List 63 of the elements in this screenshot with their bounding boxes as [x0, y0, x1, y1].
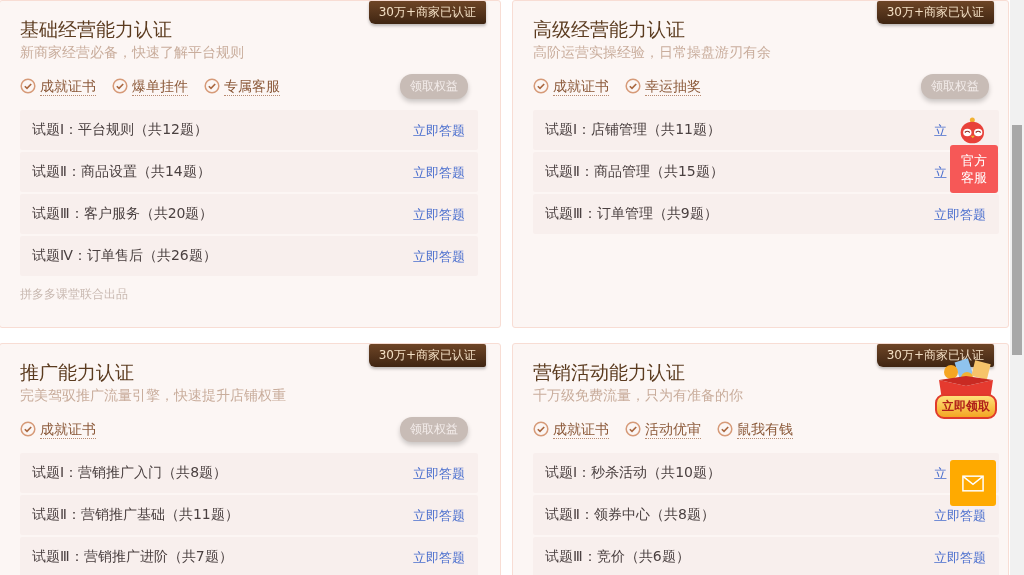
- check-circle-icon: [625, 78, 641, 94]
- certified-badge: 30万+商家已认证: [876, 1, 994, 24]
- exam-title: 试题Ⅰ：营销推广入门（共8题）: [32, 464, 228, 482]
- benefit-link[interactable]: 成就证书: [40, 76, 96, 96]
- card-subtitle: 新商家经营必备，快速了解平台规则: [20, 43, 244, 62]
- certified-badge: 30万+商家已认证: [368, 344, 486, 367]
- check-circle-icon: [533, 78, 549, 94]
- exam-title: 试题Ⅰ：秒杀活动（共10题）: [545, 464, 721, 482]
- exam-title: 试题Ⅲ：竞价（共6题）: [545, 548, 690, 566]
- card-subtitle: 完美驾驭推广流量引擎，快速提升店铺权重: [20, 386, 286, 405]
- benefit-link[interactable]: 幸运抽奖: [645, 76, 701, 96]
- answer-now-link[interactable]: 立即答题: [413, 123, 465, 138]
- benefit-link[interactable]: 成就证书: [40, 419, 96, 439]
- answer-now-link[interactable]: 立: [934, 466, 947, 481]
- exam-title: 试题Ⅲ：营销推广进阶（共7题）: [32, 548, 233, 566]
- exam-title: 试题Ⅰ：平台规则（共12题）: [32, 121, 208, 139]
- exam-title: 试题Ⅲ：订单管理（共9题）: [545, 205, 718, 223]
- exam-title: 试题Ⅲ：客户服务（共20题）: [32, 205, 214, 223]
- answer-now-link[interactable]: 立即答题: [934, 508, 986, 523]
- benefit-link[interactable]: 鼠我有钱: [737, 419, 793, 439]
- check-circle-icon: [625, 421, 641, 437]
- card-title: 基础经营能力认证: [20, 17, 172, 41]
- check-circle-icon: [112, 78, 128, 94]
- answer-now-link[interactable]: 立即答题: [413, 165, 465, 180]
- answer-now-link[interactable]: 立即答题: [413, 466, 465, 481]
- exam-title: 试题Ⅱ：商品管理（共15题）: [545, 163, 724, 181]
- check-circle-icon: [20, 421, 36, 437]
- check-circle-icon: [533, 421, 549, 437]
- card-footer: 拼多多课堂联合出品: [20, 286, 128, 303]
- answer-now-link[interactable]: 立即答题: [413, 550, 465, 565]
- benefit-link[interactable]: 成就证书: [553, 419, 609, 439]
- card-subtitle: 高阶运营实操经验，日常操盘游刃有余: [533, 43, 771, 62]
- answer-now-link[interactable]: 立即答题: [934, 550, 986, 565]
- card-title: 营销活动能力认证: [533, 360, 685, 384]
- card-title: 推广能力认证: [20, 360, 134, 384]
- exam-title: 试题Ⅱ：领券中心（共8题）: [545, 506, 715, 524]
- benefit-link[interactable]: 爆单挂件: [132, 76, 188, 96]
- message-button[interactable]: [950, 460, 996, 506]
- answer-now-link[interactable]: 立即答题: [413, 207, 465, 222]
- scrollbar[interactable]: [1010, 0, 1024, 575]
- benefit-link[interactable]: 成就证书: [553, 76, 609, 96]
- answer-now-link[interactable]: 立即答题: [934, 207, 986, 222]
- check-circle-icon: [204, 78, 220, 94]
- benefit-link[interactable]: 活动优审: [645, 419, 701, 439]
- card-title: 高级经营能力认证: [533, 17, 685, 41]
- answer-now-link[interactable]: 立: [934, 123, 947, 138]
- check-circle-icon: [717, 421, 733, 437]
- exam-title: 试题Ⅳ：订单售后（共26题）: [32, 247, 217, 265]
- card-subtitle: 千万级免费流量，只为有准备的你: [533, 386, 743, 405]
- benefit-link[interactable]: 专属客服: [224, 76, 280, 96]
- exam-title: 试题Ⅰ：店铺管理（共11题）: [545, 121, 721, 139]
- exam-title: 试题Ⅱ：商品设置（共14题）: [32, 163, 211, 181]
- scrollbar-thumb[interactable]: [1012, 125, 1022, 355]
- answer-now-link[interactable]: 立即答题: [413, 249, 465, 264]
- check-circle-icon: [20, 78, 36, 94]
- claim-now-label: 立即领取: [935, 394, 997, 419]
- answer-now-link[interactable]: 立即答题: [413, 508, 465, 523]
- answer-now-link[interactable]: 立: [934, 165, 947, 180]
- certified-badge: 30万+商家已认证: [876, 344, 994, 367]
- customer-service-button[interactable]: 官方客服: [950, 145, 998, 193]
- exam-title: 试题Ⅱ：营销推广基础（共11题）: [32, 506, 239, 524]
- certified-badge: 30万+商家已认证: [368, 1, 486, 24]
- envelope-icon: [962, 474, 984, 492]
